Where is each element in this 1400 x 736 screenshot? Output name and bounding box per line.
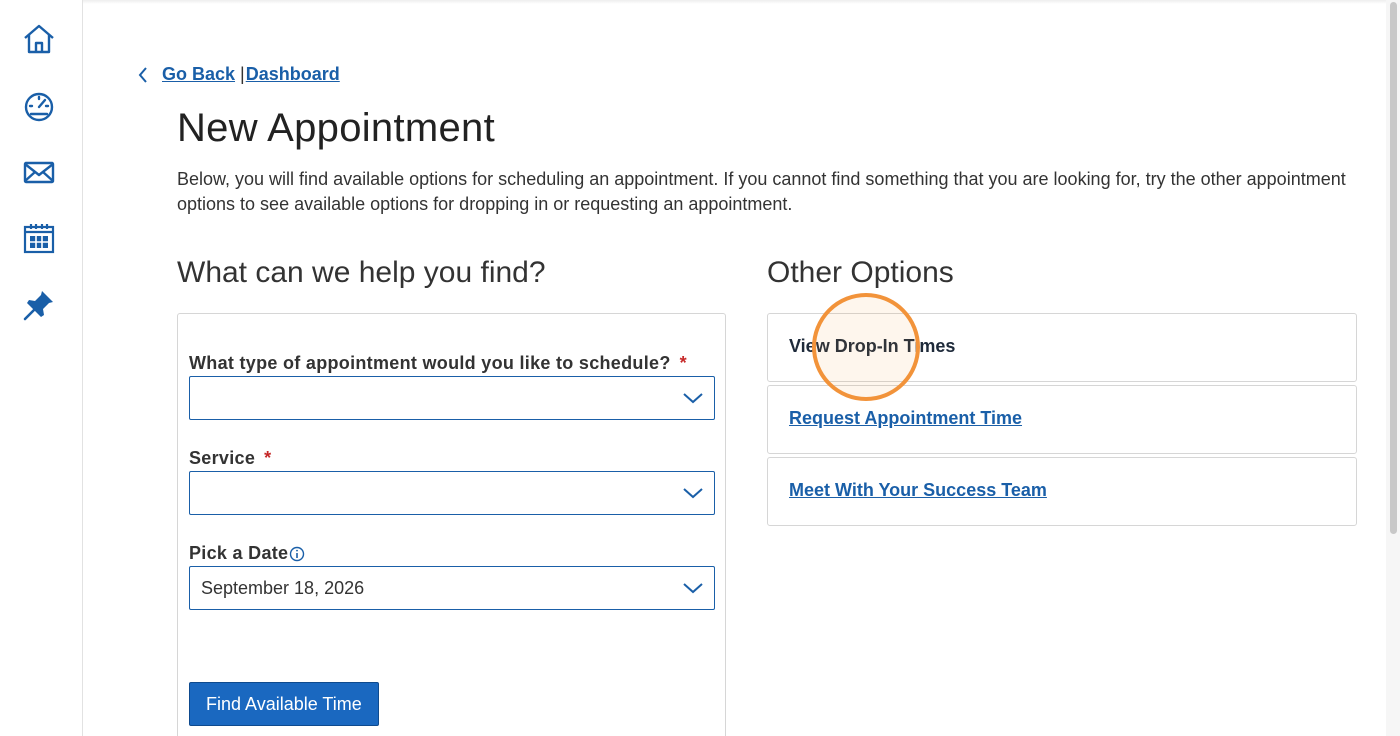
- nav-pinned[interactable]: [18, 284, 60, 326]
- dashboard-gauge-icon: [24, 92, 54, 122]
- info-icon[interactable]: [289, 546, 305, 562]
- nav-dashboard[interactable]: [18, 85, 60, 127]
- search-heading: What can we help you find?: [177, 256, 546, 289]
- required-marker: *: [264, 448, 272, 468]
- date-value: September 18, 2026: [201, 578, 365, 598]
- find-available-time-button[interactable]: Find Available Time: [189, 682, 379, 726]
- option-request-appointment-time[interactable]: Request Appointment Time: [767, 385, 1357, 454]
- option-meet-success-team[interactable]: Meet With Your Success Team: [767, 457, 1357, 526]
- calendar-icon: [23, 224, 55, 254]
- page-title: New Appointment: [177, 106, 496, 150]
- chevron-down-icon: [683, 488, 703, 499]
- home-icon: [24, 24, 54, 54]
- side-nav-rail: [0, 0, 83, 736]
- scrollbar-thumb[interactable]: [1390, 2, 1397, 534]
- nav-messages[interactable]: [18, 151, 60, 193]
- chevron-left-icon[interactable]: [136, 65, 150, 85]
- chevron-down-icon: [683, 393, 703, 404]
- required-marker: *: [679, 353, 687, 373]
- service-label: Service *: [189, 448, 272, 468]
- dashboard-link[interactable]: Dashboard: [246, 64, 340, 85]
- scrollbar[interactable]: [1386, 0, 1400, 736]
- chevron-down-icon: [683, 583, 703, 594]
- appointment-search-form: What type of appointment would you like …: [177, 313, 726, 736]
- appointment-type-label: What type of appointment would you like …: [189, 353, 687, 373]
- nav-calendar[interactable]: [18, 217, 60, 259]
- top-shadow: [83, 0, 1386, 4]
- appointment-type-select[interactable]: [189, 376, 715, 420]
- pin-icon: [23, 291, 53, 321]
- nav-home[interactable]: [18, 18, 60, 60]
- option-label[interactable]: Meet With Your Success Team: [789, 480, 1047, 501]
- service-select[interactable]: [189, 471, 715, 515]
- option-view-drop-in-times[interactable]: View Drop-In Times: [767, 313, 1357, 382]
- other-options-heading: Other Options: [767, 256, 954, 289]
- date-select[interactable]: September 18, 2026: [189, 566, 715, 610]
- pick-date-label: Pick a Date: [189, 543, 305, 564]
- option-label: View Drop-In Times: [789, 336, 956, 356]
- option-label[interactable]: Request Appointment Time: [789, 408, 1022, 429]
- breadcrumb: Go Back | Dashboard: [136, 64, 340, 85]
- page-intro: Below, you will find available options f…: [177, 169, 1346, 214]
- mail-icon: [23, 161, 55, 184]
- breadcrumb-separator: |: [240, 64, 245, 84]
- go-back-link[interactable]: Go Back: [162, 64, 235, 85]
